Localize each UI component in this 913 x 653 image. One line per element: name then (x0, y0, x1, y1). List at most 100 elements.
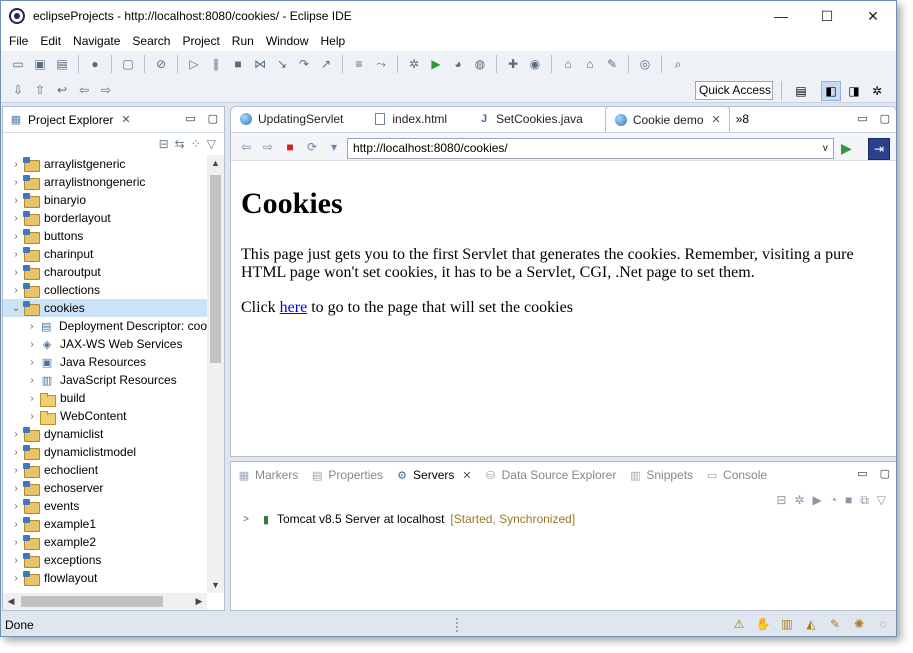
open-project-icon[interactable]: ⌂ (581, 55, 599, 73)
quick-access-field[interactable]: Quick Access (695, 81, 773, 100)
here-link[interactable]: here (280, 299, 308, 316)
forward-icon[interactable]: ⇨ (259, 138, 277, 156)
maximize-button[interactable]: ☐ (804, 1, 850, 31)
tree-item[interactable]: › example2 (3, 533, 207, 551)
disconnect-icon[interactable]: ⋈ (251, 55, 269, 73)
chevron-right-icon[interactable]: › (9, 447, 23, 458)
tree-item[interactable]: › arraylistgeneric (3, 155, 207, 173)
gear-icon[interactable]: ✺ (850, 615, 868, 633)
menu-help[interactable]: Help (315, 34, 352, 48)
chevron-down-icon[interactable]: ∨ (822, 139, 829, 158)
back-icon[interactable]: ⇦ (237, 138, 255, 156)
tab-servers[interactable]: ⚙ Servers ✕ (389, 462, 478, 488)
tab-setcookies-java[interactable]: J SetCookies.java (469, 107, 591, 132)
tree-item[interactable]: › ▥ JavaScript Resources (3, 371, 207, 389)
web-browser-icon[interactable]: ◎ (636, 55, 654, 73)
tab-markers[interactable]: ▦ Markers (231, 462, 304, 488)
task-icon[interactable]: ≡ (350, 55, 368, 73)
menu-window[interactable]: Window (260, 34, 315, 48)
run-icon[interactable]: ▶ (427, 55, 445, 73)
tree-item[interactable]: › example1 (3, 515, 207, 533)
suspend-icon[interactable]: ∥ (207, 55, 225, 73)
new-icon[interactable]: ▭ (9, 55, 27, 73)
tab-updating-servlet[interactable]: UpdatingServlet (231, 107, 351, 132)
tree-item[interactable]: › collections (3, 281, 207, 299)
tab-properties[interactable]: ▤ Properties (304, 462, 389, 488)
scroll-thumb[interactable] (210, 175, 221, 363)
book-icon[interactable]: ▥ (778, 615, 796, 633)
chevron-right-icon[interactable]: › (9, 429, 23, 440)
lightbulb-icon[interactable]: ◌ (874, 615, 892, 633)
menu-search[interactable]: Search (126, 34, 176, 48)
run-coverage-icon[interactable]: ◕ (449, 55, 467, 73)
maximize-icon[interactable]: ▢ (208, 112, 218, 125)
step-into-icon[interactable]: ↘ (273, 55, 291, 73)
publish-server-icon[interactable]: ⧉ (860, 493, 869, 508)
menu-edit[interactable]: Edit (34, 34, 67, 48)
minimize-icon[interactable]: ▭ (857, 467, 867, 480)
tree-item[interactable]: › charoutput (3, 263, 207, 281)
tree-item[interactable]: › echoserver (3, 479, 207, 497)
tree-item[interactable]: › ◈ JAX-WS Web Services (3, 335, 207, 353)
menu-run[interactable]: Run (226, 34, 260, 48)
filters-icon[interactable]: ⁘ (191, 137, 201, 151)
external-browser-icon[interactable]: ⇥ (868, 138, 890, 160)
profile-server-icon[interactable]: ◔ (830, 493, 837, 507)
tree-item[interactable]: › dynamiclistmodel (3, 443, 207, 461)
tab-index-html[interactable]: index.html (365, 107, 455, 132)
tree-item[interactable]: › binaryio (3, 191, 207, 209)
refresh-icon[interactable]: ⟳ (303, 138, 321, 156)
tree-item[interactable]: › echoclient (3, 461, 207, 479)
tree-item[interactable]: › WebContent (3, 407, 207, 425)
menu-project[interactable]: Project (176, 34, 225, 48)
chevron-right-icon[interactable]: › (9, 483, 23, 494)
minimize-icon[interactable]: ▭ (185, 112, 195, 125)
tree-item[interactable]: › borderlayout (3, 209, 207, 227)
chevron-right-icon[interactable]: › (25, 411, 39, 422)
chevron-right-icon[interactable]: › (9, 465, 23, 476)
terminal-icon[interactable]: ▢ (119, 55, 137, 73)
open-perspective-icon[interactable]: ▤ (791, 81, 811, 101)
tree-item[interactable]: › dynamiclist (3, 425, 207, 443)
chevron-right-icon[interactable]: › (9, 159, 23, 170)
server-entry[interactable]: > ▮ Tomcat v8.5 Server at localhost [Sta… (239, 512, 575, 526)
chevron-right-icon[interactable]: › (9, 555, 23, 566)
step-over-icon[interactable]: ↷ (295, 55, 313, 73)
chevron-right-icon[interactable]: › (9, 195, 23, 206)
hand-icon[interactable]: ✋ (754, 615, 772, 633)
scroll-up-icon[interactable]: ▲ (207, 155, 224, 171)
last-edit-icon[interactable]: ↩ (53, 81, 71, 99)
menu-file[interactable]: File (3, 34, 34, 48)
more-tabs-button[interactable]: »8 (730, 107, 755, 132)
debug-icon[interactable]: ✲ (405, 55, 423, 73)
save-icon[interactable]: ▣ (31, 55, 49, 73)
skip-breakpoints-icon[interactable]: ⊘ (152, 55, 170, 73)
new-server-icon[interactable]: ✚ (504, 55, 522, 73)
tree-item[interactable]: › buttons (3, 227, 207, 245)
chevron-right-icon[interactable]: › (25, 321, 39, 332)
start-server-icon[interactable]: ▶ (812, 493, 821, 507)
tree-item[interactable]: › arraylistnongeneric (3, 173, 207, 191)
chevron-right-icon[interactable]: › (9, 537, 23, 548)
view-menu-icon[interactable]: ▽ (877, 493, 886, 507)
tab-cookie-demo[interactable]: Cookie demo ✕ (604, 107, 730, 132)
chevron-right-icon[interactable]: › (9, 249, 23, 260)
scroll-right-icon[interactable]: ▶ (191, 593, 207, 610)
collapse-all-icon[interactable]: ⊟ (776, 493, 786, 507)
chevron-right-icon[interactable]: › (9, 573, 23, 584)
terminate-icon[interactable]: ■ (229, 55, 247, 73)
chevron-right-icon[interactable]: › (9, 285, 23, 296)
close-icon[interactable]: ✕ (121, 113, 130, 126)
open-type-icon[interactable]: ⤳ (372, 55, 390, 73)
vertical-scrollbar[interactable]: ▲ ▼ (207, 155, 224, 593)
chevron-right-icon[interactable]: › (9, 501, 23, 512)
error-log-icon[interactable]: ⚠ (730, 615, 748, 633)
java-perspective-icon[interactable]: ◨ (844, 81, 864, 101)
chevron-right-icon[interactable]: › (9, 267, 23, 278)
maximize-icon[interactable]: ▢ (880, 467, 890, 480)
scroll-down-icon[interactable]: ▼ (207, 577, 224, 593)
next-annotation-icon[interactable]: ⇩ (9, 81, 27, 99)
open-folder-icon[interactable]: ⌂ (559, 55, 577, 73)
chevron-right-icon[interactable]: › (9, 231, 23, 242)
history-dropdown-icon[interactable]: ▾ (325, 138, 343, 156)
